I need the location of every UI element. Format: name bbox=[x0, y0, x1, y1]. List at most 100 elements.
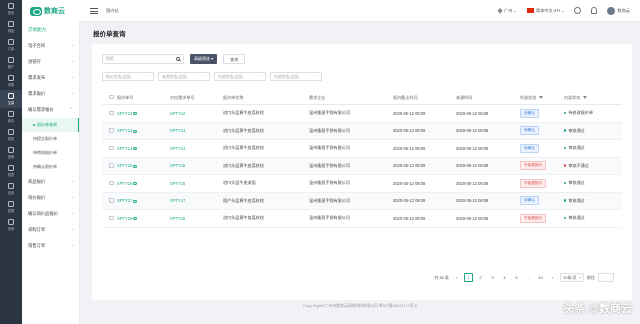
quote-number-link[interactable]: SPTY14 bbox=[117, 146, 170, 151]
view-icon[interactable] bbox=[133, 182, 138, 186]
demand-number-link[interactable]: SPTY16 bbox=[170, 181, 223, 186]
view-icon[interactable] bbox=[133, 112, 138, 116]
goto-page-input[interactable] bbox=[598, 273, 614, 282]
rail-item-3[interactable]: 客户 bbox=[0, 54, 22, 72]
filter-select[interactable]: 内部状态(全部) bbox=[270, 72, 322, 81]
table-row[interactable]: SPTY17 SPTY17 国产头层黄牛皮荔枝纹 温州隆昌手袋有限公司 2020-05-… bbox=[102, 192, 622, 210]
quote-number-link[interactable]: SPTY12 bbox=[117, 111, 170, 116]
next-page-button[interactable]: › bbox=[548, 273, 557, 282]
quote-number-link[interactable]: SPTY16 bbox=[117, 181, 170, 186]
sidebar-item[interactable]: 销售订单 bbox=[22, 238, 79, 254]
row-checkbox[interactable] bbox=[109, 198, 114, 203]
rail-item-label: 采购 bbox=[7, 83, 15, 87]
rail-item-1[interactable]: 商品 bbox=[0, 18, 22, 36]
rail-item-7[interactable]: 财务 bbox=[0, 126, 22, 144]
advanced-filter-label: 高级筛选 bbox=[194, 56, 210, 61]
view-icon[interactable] bbox=[133, 217, 138, 221]
quote-number-link[interactable]: SPTY17 bbox=[117, 198, 170, 203]
page-button[interactable]: 4 bbox=[500, 273, 509, 282]
advanced-filter-button[interactable]: 高级筛选 ▾ bbox=[190, 54, 218, 64]
language-selector[interactable]: 简体中文-ZH ⌄ bbox=[527, 8, 564, 14]
select-all-checkbox[interactable] bbox=[109, 94, 114, 100]
table-row[interactable]: SPTY15 SPTY15 进口头层黄牛皮荔枝纹 温州隆昌手袋有限公司 2020-05-… bbox=[102, 157, 622, 175]
site-switch-link[interactable]: 国内站 bbox=[106, 8, 119, 14]
column-filter-icon[interactable] bbox=[539, 95, 544, 99]
rail-item-12[interactable]: 系统 bbox=[0, 216, 22, 234]
table-row[interactable]: SPTY16 SPTY16 进口头层牛皮漆面 温州隆昌手袋有限公司 2020-05-12… bbox=[102, 175, 622, 193]
rail-item-4[interactable]: 采购 bbox=[0, 72, 22, 90]
quote-number-link[interactable]: SPTY18 bbox=[117, 216, 170, 221]
rail-item-8[interactable]: 营销 bbox=[0, 144, 22, 162]
sidebar-item[interactable]: 询价报价 bbox=[22, 190, 79, 206]
row-checkbox[interactable] bbox=[109, 163, 114, 168]
sidebar-item[interactable]: 电子合同 bbox=[22, 38, 79, 54]
brand-logo[interactable]: 数商云 bbox=[22, 0, 80, 22]
sidebar-subitem[interactable]: 待提交报价单 bbox=[22, 132, 79, 146]
search-icon[interactable] bbox=[175, 56, 180, 62]
sidebar-subitem[interactable]: 报价单查询 bbox=[22, 118, 79, 132]
goto-label: 前往 bbox=[587, 274, 595, 280]
company-name: 温州隆昌手袋有限公司 bbox=[309, 215, 350, 221]
demand-number-link[interactable]: SPTY18 bbox=[170, 216, 223, 221]
view-icon[interactable] bbox=[133, 129, 138, 133]
quote-table: 报价单号 对应需求单号 报价单名称 需求企业 报价截止时间 来源时间 外部状态 内部状态 SP… bbox=[102, 91, 622, 228]
sidebar-subitem[interactable]: 待确认报价单 bbox=[22, 160, 79, 174]
table-row[interactable]: SPTY13 SPTY13 进口头层黄牛皮荔枝纹 温州隆昌手袋有限公司 2020-05-… bbox=[102, 122, 622, 140]
page-size-select[interactable]: 10条/页 bbox=[560, 273, 584, 282]
demand-number-link[interactable]: SPTY14 bbox=[170, 146, 223, 151]
notification-bell-icon[interactable] bbox=[591, 7, 598, 14]
filter-select[interactable]: 报价状态(全部) bbox=[102, 72, 154, 81]
table-row[interactable]: SPTY12 SPTY12 进口头层黄牛皮荔枝纹 温州隆昌手袋有限公司 2020-05-… bbox=[102, 105, 622, 123]
rail-item-5[interactable]: 交易 bbox=[0, 90, 22, 108]
filter-select[interactable]: 来源状态(全部) bbox=[158, 72, 210, 81]
page-button[interactable]: 1 bbox=[464, 273, 473, 282]
filter-select[interactable]: 外部状态(全部) bbox=[214, 72, 266, 81]
demand-number-link[interactable]: SPTY17 bbox=[170, 198, 223, 203]
sidebar-item[interactable]: 需求发布 bbox=[22, 70, 79, 86]
page-button[interactable]: 10 bbox=[536, 273, 545, 282]
help-icon[interactable] bbox=[574, 7, 582, 14]
page-button[interactable]: … bbox=[524, 273, 533, 282]
demand-number-link[interactable]: SPTY15 bbox=[170, 163, 223, 168]
user-menu[interactable]: 数商云 bbox=[607, 6, 630, 15]
search-input[interactable]: 搜索 bbox=[102, 54, 184, 64]
page-title: 报价单查询 bbox=[93, 31, 126, 38]
view-icon[interactable] bbox=[133, 164, 138, 168]
rail-item-9[interactable]: 报表 bbox=[0, 162, 22, 180]
row-checkbox[interactable] bbox=[109, 215, 114, 220]
quote-number-link[interactable]: SPTY13 bbox=[117, 128, 170, 133]
query-button[interactable]: 查询 bbox=[223, 54, 246, 64]
rail-item-11[interactable]: 权限 bbox=[0, 198, 22, 216]
row-checkbox[interactable] bbox=[109, 180, 114, 185]
view-icon[interactable] bbox=[133, 199, 138, 203]
sidebar-item[interactable]: 商品报价 bbox=[22, 174, 79, 190]
sidebar-item[interactable]: 进销存 bbox=[22, 54, 79, 70]
logo-icon bbox=[30, 6, 42, 16]
sidebar-subitem[interactable]: 待审核报价单 bbox=[22, 146, 79, 160]
demand-number-link[interactable]: SPTY12 bbox=[170, 111, 223, 116]
rail-item-6[interactable]: 库存 bbox=[0, 108, 22, 126]
table-row[interactable]: SPTY14 SPTY14 进口头层黄牛皮荔枝纹 温州隆昌手袋有限公司 2020-05-… bbox=[102, 140, 622, 158]
sidebar-item[interactable]: 确认询价品报价 bbox=[22, 206, 79, 222]
deadline-time: 2020-05-12 08:08 bbox=[393, 198, 426, 204]
prev-page-button[interactable]: ‹ bbox=[452, 273, 461, 282]
page-button[interactable]: 3 bbox=[488, 273, 497, 282]
table-row[interactable]: SPTY18 SPTY18 进口头层黄牛皮荔枝纹 温州隆昌手袋有限公司 2020-05-… bbox=[102, 210, 622, 228]
quote-number-link[interactable]: SPTY15 bbox=[117, 163, 170, 168]
sidebar-item[interactable]: 采购订单 bbox=[22, 222, 79, 238]
sidebar-group-confirm-quote[interactable]: 确认需求报价 bbox=[22, 100, 79, 118]
view-icon[interactable] bbox=[133, 147, 138, 151]
column-filter-icon[interactable] bbox=[583, 95, 588, 99]
demand-number-link[interactable]: SPTY13 bbox=[170, 128, 223, 133]
row-checkbox[interactable] bbox=[109, 128, 114, 133]
hamburger-menu-icon[interactable] bbox=[90, 7, 98, 14]
city-selector[interactable]: 广州 ⌄ bbox=[497, 8, 517, 14]
created-time: 2020-05-12 08:08 bbox=[456, 198, 489, 204]
rail-item-0[interactable]: 首页 bbox=[0, 0, 22, 18]
rail-item-10[interactable]: 应用 bbox=[0, 180, 22, 198]
row-checkbox[interactable] bbox=[109, 145, 114, 150]
rail-item-2[interactable]: 订单 bbox=[0, 36, 22, 54]
row-checkbox[interactable] bbox=[109, 110, 114, 115]
page-button[interactable]: 5 bbox=[512, 273, 521, 282]
page-button[interactable]: 2 bbox=[476, 273, 485, 282]
